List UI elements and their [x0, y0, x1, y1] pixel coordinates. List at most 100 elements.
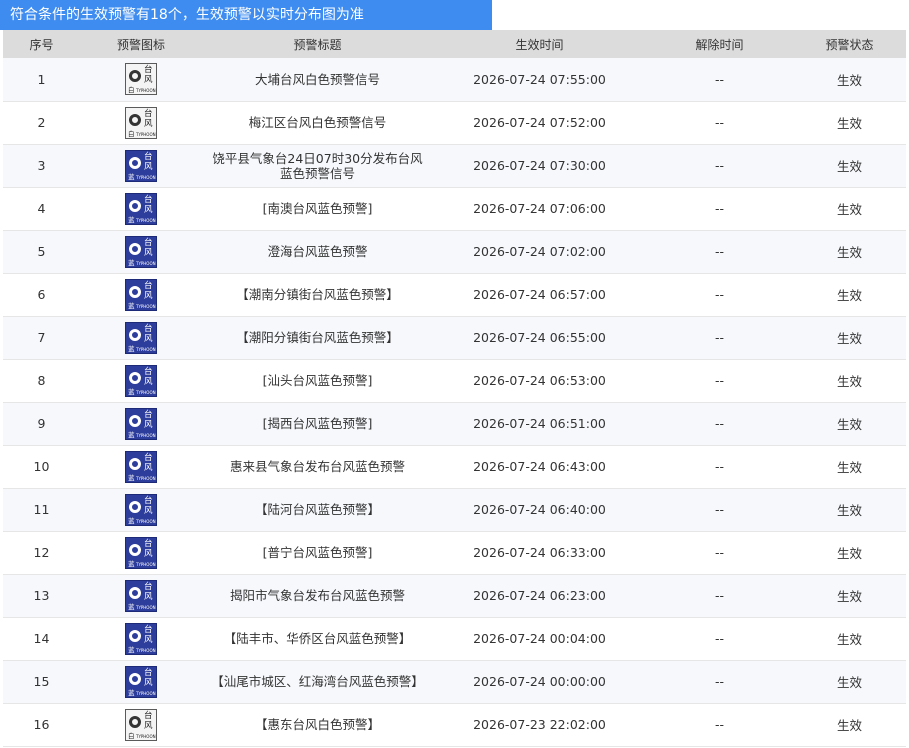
- table-row[interactable]: 2 台风白 TYPHOON 梅江区台风白色预警信号 2026-07-24 07:52:0…: [3, 101, 906, 144]
- icon-cell: 台风蓝 TYPHOON: [80, 359, 202, 402]
- typhoon-blue-signal-icon[interactable]: 台风蓝 TYPHOON: [125, 450, 157, 483]
- warning-title[interactable]: 大埔台风白色预警信号: [202, 58, 433, 101]
- typhoon-blue-signal-icon[interactable]: 台风蓝 TYPHOON: [125, 579, 157, 612]
- icon-char-1: 台: [144, 366, 153, 377]
- warning-title[interactable]: 揭阳市气象台发布台风蓝色预警: [202, 574, 433, 617]
- table-row[interactable]: 5 台风蓝 TYPHOON 澄海台风蓝色预警 2026-07-24 07:02:00 --…: [3, 230, 906, 273]
- column-header-end-time[interactable]: 解除时间: [646, 30, 793, 58]
- warning-title[interactable]: 【潮阳分镇街台风蓝色预警】: [202, 316, 433, 359]
- typhoon-symbol-icon: [129, 285, 141, 298]
- row-number: 9: [37, 416, 46, 431]
- icon-english-label: TYPHOON: [136, 174, 156, 180]
- end-time: --: [714, 287, 725, 302]
- table-row[interactable]: 11 台风蓝 TYPHOON 【陆河台风蓝色预警】 2026-07-24 06:40:0…: [3, 488, 906, 531]
- warning-title[interactable]: 梅江区台风白色预警信号: [202, 101, 433, 144]
- table-row[interactable]: 1 台风白 TYPHOON 大埔台风白色预警信号 2026-07-24 07:55:00…: [3, 58, 906, 101]
- status-text: 生效: [836, 632, 862, 647]
- end-time: --: [714, 201, 725, 216]
- icon-english-label: TYPHOON: [136, 260, 156, 266]
- result-count-text: 符合条件的生效预警有18个，生效预警以实时分布图为准: [10, 7, 364, 23]
- icon-char-2: 风: [144, 118, 153, 129]
- typhoon-blue-signal-icon[interactable]: 台风蓝 TYPHOON: [125, 493, 157, 526]
- end-time: --: [714, 115, 725, 130]
- typhoon-blue-signal-icon[interactable]: 台风蓝 TYPHOON: [125, 321, 157, 354]
- icon-english-label: TYPHOON: [136, 303, 156, 309]
- icon-char-1: 台: [144, 624, 153, 635]
- status-text: 生效: [836, 460, 862, 475]
- typhoon-blue-signal-icon[interactable]: 台风蓝 TYPHOON: [125, 192, 157, 225]
- table-row[interactable]: 15 台风蓝 TYPHOON 【汕尾市城区、红海湾台风蓝色预警】 2026-07-24 …: [3, 660, 906, 703]
- typhoon-blue-signal-icon[interactable]: 台风蓝 TYPHOON: [125, 622, 157, 655]
- icon-color-label: 蓝: [128, 430, 135, 439]
- end-time: --: [714, 545, 725, 560]
- table-row[interactable]: 13 台风蓝 TYPHOON 揭阳市气象台发布台风蓝色预警 2026-07-24 06:…: [3, 574, 906, 617]
- table-row[interactable]: 8 台风蓝 TYPHOON [汕头台风蓝色预警] 2026-07-24 06:53:00…: [3, 359, 906, 402]
- typhoon-blue-signal-icon[interactable]: 台风蓝 TYPHOON: [125, 149, 157, 182]
- icon-cell: 台风蓝 TYPHOON: [80, 660, 202, 703]
- warning-title[interactable]: 【陆丰市、华侨区台风蓝色预警】: [202, 617, 433, 660]
- warning-title[interactable]: 【陆河台风蓝色预警】: [202, 488, 433, 531]
- warning-title[interactable]: 【惠东台风白色预警】: [202, 703, 433, 746]
- icon-color-label: 白: [128, 129, 135, 138]
- table-body: 1 台风白 TYPHOON 大埔台风白色预警信号 2026-07-24 07:55:00…: [3, 58, 906, 746]
- table-row[interactable]: 9 台风蓝 TYPHOON [揭西台风蓝色预警] 2026-07-24 06:51:00…: [3, 402, 906, 445]
- start-time: 2026-07-24 06:53:00: [473, 373, 606, 388]
- typhoon-blue-signal-icon[interactable]: 台风蓝 TYPHOON: [125, 536, 157, 569]
- warning-title[interactable]: [汕头台风蓝色预警]: [202, 359, 433, 402]
- icon-char-1: 台: [144, 194, 153, 205]
- table-row[interactable]: 14 台风蓝 TYPHOON 【陆丰市、华侨区台风蓝色预警】 2026-07-24 00…: [3, 617, 906, 660]
- typhoon-white-signal-icon[interactable]: 台风白 TYPHOON: [125, 106, 157, 139]
- column-header-title[interactable]: 预警标题: [202, 30, 433, 58]
- typhoon-white-signal-icon[interactable]: 台风白 TYPHOON: [125, 63, 157, 96]
- typhoon-white-signal-icon[interactable]: 台风白 TYPHOON: [125, 708, 157, 741]
- warning-title[interactable]: 【潮南分镇街台风蓝色预警】: [202, 273, 433, 316]
- icon-char-2: 风: [144, 333, 153, 344]
- table-row[interactable]: 16 台风白 TYPHOON 【惠东台风白色预警】 2026-07-23 22:02:0…: [3, 703, 906, 746]
- status-text: 生效: [836, 202, 862, 217]
- column-header-icon[interactable]: 预警图标: [80, 30, 202, 58]
- column-header-start-time[interactable]: 生效时间: [433, 30, 646, 58]
- typhoon-symbol-icon: [129, 629, 141, 642]
- icon-char-2: 风: [144, 720, 153, 731]
- icon-english-label: TYPHOON: [136, 604, 156, 610]
- icon-english-label: TYPHOON: [136, 131, 156, 137]
- warning-title[interactable]: 惠来县气象台发布台风蓝色预警: [202, 445, 433, 488]
- column-header-status[interactable]: 预警状态: [793, 30, 906, 58]
- icon-cell: 台风蓝 TYPHOON: [80, 316, 202, 359]
- end-time: --: [714, 244, 725, 259]
- warning-title[interactable]: [南澳台风蓝色预警]: [202, 187, 433, 230]
- row-number: 6: [37, 287, 46, 302]
- icon-cell: 台风蓝 TYPHOON: [80, 574, 202, 617]
- table-row[interactable]: 3 台风蓝 TYPHOON 饶平县气象台24日07时30分发布台风蓝色预警信号 2026…: [3, 144, 906, 187]
- warning-title[interactable]: 【汕尾市城区、红海湾台风蓝色预警】: [202, 660, 433, 703]
- start-time: 2026-07-24 06:57:00: [473, 287, 606, 302]
- table-row[interactable]: 12 台风蓝 TYPHOON [普宁台风蓝色预警] 2026-07-24 06:33:0…: [3, 531, 906, 574]
- icon-cell: 台风蓝 TYPHOON: [80, 230, 202, 273]
- row-number: 1: [37, 71, 46, 87]
- table-row[interactable]: 6 台风蓝 TYPHOON 【潮南分镇街台风蓝色预警】 2026-07-24 06:57…: [3, 273, 906, 316]
- warning-title[interactable]: [普宁台风蓝色预警]: [202, 531, 433, 574]
- end-time: --: [714, 674, 725, 689]
- warning-title[interactable]: 饶平县气象台24日07时30分发布台风蓝色预警信号: [202, 144, 433, 187]
- status-text: 生效: [836, 546, 862, 561]
- typhoon-blue-signal-icon[interactable]: 台风蓝 TYPHOON: [125, 665, 157, 698]
- typhoon-blue-signal-icon[interactable]: 台风蓝 TYPHOON: [125, 235, 157, 268]
- typhoon-blue-signal-icon[interactable]: 台风蓝 TYPHOON: [125, 407, 157, 440]
- warning-title[interactable]: 澄海台风蓝色预警: [202, 230, 433, 273]
- row-number: 5: [37, 244, 46, 259]
- column-header-number[interactable]: 序号: [3, 30, 80, 58]
- warning-title[interactable]: [揭西台风蓝色预警]: [202, 402, 433, 445]
- typhoon-blue-signal-icon[interactable]: 台风蓝 TYPHOON: [125, 364, 157, 397]
- row-number: 15: [33, 674, 50, 689]
- icon-char-1: 台: [144, 710, 153, 721]
- table-row[interactable]: 10 台风蓝 TYPHOON 惠来县气象台发布台风蓝色预警 2026-07-24 06:…: [3, 445, 906, 488]
- row-number: 16: [33, 717, 50, 732]
- row-number: 11: [33, 502, 50, 517]
- row-number: 14: [33, 631, 50, 646]
- typhoon-blue-signal-icon[interactable]: 台风蓝 TYPHOON: [125, 278, 157, 311]
- row-number: 7: [37, 330, 46, 345]
- icon-cell: 台风白 TYPHOON: [80, 58, 202, 101]
- table-row[interactable]: 4 台风蓝 TYPHOON [南澳台风蓝色预警] 2026-07-24 07:06:00…: [3, 187, 906, 230]
- icon-color-label: 白: [128, 731, 135, 740]
- table-row[interactable]: 7 台风蓝 TYPHOON 【潮阳分镇街台风蓝色预警】 2026-07-24 06:55…: [3, 316, 906, 359]
